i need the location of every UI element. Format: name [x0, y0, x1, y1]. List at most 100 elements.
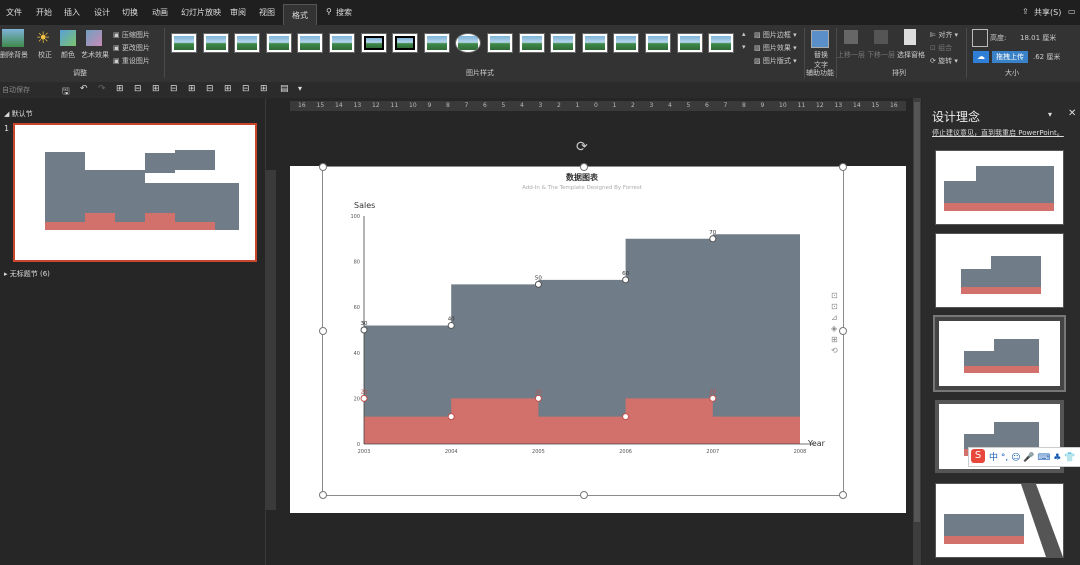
section-untitled[interactable]: ▸ 无标题节 (6): [4, 269, 50, 279]
share-button[interactable]: 共享(S): [1034, 7, 1061, 18]
corrections-button[interactable]: 校正: [38, 50, 52, 60]
ime-toolbar[interactable]: S 中 °, ☺ 🎤 ⌨ ♣ 👕: [968, 447, 1080, 467]
close-icon[interactable]: ✕: [1068, 108, 1076, 119]
undo-icon[interactable]: ↶: [80, 84, 88, 94]
picture-layout-button[interactable]: ▨ 图片版式 ▾: [754, 56, 797, 66]
align-button[interactable]: ⊫ 对齐 ▾: [930, 30, 958, 40]
tab-review[interactable]: 审阅: [230, 7, 246, 18]
ime-status-icons[interactable]: 中 °, ☺ 🎤 ⌨ ♣ 👕: [989, 450, 1075, 463]
autosave-toggle[interactable]: 自动保存: [2, 85, 30, 95]
qat-tool-icon[interactable]: ⊞: [188, 84, 196, 94]
tab-format[interactable]: 格式: [283, 4, 317, 26]
remove-background-icon[interactable]: [2, 29, 24, 47]
redo-icon[interactable]: ↷: [98, 84, 106, 94]
alt-text-icon[interactable]: [811, 30, 829, 48]
bring-forward-button[interactable]: 上移一层: [837, 50, 865, 60]
picture-style-option[interactable]: [518, 33, 545, 53]
picture-style-option[interactable]: [708, 33, 735, 53]
picture-style-option[interactable]: [581, 33, 608, 53]
crop-icon[interactable]: [972, 29, 988, 47]
slide-thumbnail-1[interactable]: [13, 123, 257, 262]
change-picture-button[interactable]: ▣ 更改图片: [113, 43, 150, 53]
picture-border-button[interactable]: ▨ 图片边框 ▾: [754, 30, 797, 40]
tab-home[interactable]: 开始: [36, 7, 52, 18]
artistic-effects-icon[interactable]: [86, 30, 102, 46]
qat-tool-icon[interactable]: ▤: [280, 84, 289, 94]
picture-style-option[interactable]: [171, 33, 197, 53]
design-idea-2[interactable]: [935, 233, 1064, 308]
picture-style-option[interactable]: [329, 33, 355, 53]
tab-view[interactable]: 视图: [259, 7, 275, 18]
qat-tool-icon[interactable]: ⊟: [134, 84, 142, 94]
qat-tool-icon[interactable]: ⊞: [224, 84, 232, 94]
gallery-scroll-up[interactable]: ▴: [742, 30, 746, 38]
scrollbar-thumb[interactable]: [914, 102, 920, 522]
panel-options-icon[interactable]: ▾: [1048, 110, 1052, 119]
reset-picture-button[interactable]: ▣ 重设图片: [113, 56, 150, 66]
picture-style-option[interactable]: [265, 33, 292, 53]
rotate-button[interactable]: ⟳ 旋转 ▾: [930, 56, 958, 66]
qat-tool-icon[interactable]: ⊞: [116, 84, 124, 94]
picture-style-option[interactable]: [676, 33, 703, 53]
remove-background-button[interactable]: 删除背景: [0, 50, 28, 60]
qat-customize-icon[interactable]: ▾: [298, 84, 302, 93]
picture-style-option[interactable]: [645, 33, 671, 53]
resize-handle-left[interactable]: [319, 327, 327, 335]
gallery-scroll-down[interactable]: ▾: [742, 43, 746, 51]
resize-handle-bottom-right[interactable]: [839, 491, 847, 499]
resize-handle-top[interactable]: [580, 163, 588, 171]
color-button[interactable]: 颜色: [61, 50, 75, 60]
area-chart[interactable]: 数据图表 Add-In & The Template Designed By Fo…: [290, 166, 906, 513]
search-input[interactable]: 搜索: [336, 7, 352, 18]
selection-pane-button[interactable]: 选择窗格: [897, 50, 925, 60]
compress-pictures-button[interactable]: ▣ 压缩图片: [113, 30, 150, 40]
resize-handle-top-left[interactable]: [319, 163, 327, 171]
qat-tool-icon[interactable]: ⊟: [170, 84, 178, 94]
alt-text-button[interactable]: 替换文字: [811, 50, 831, 70]
tab-file[interactable]: 文件: [6, 7, 22, 18]
picture-style-option[interactable]: [550, 33, 577, 53]
horizontal-ruler[interactable]: 16 15 14 13 12 11 10 9 8 7 6 5 4 3 2 1 0 1 2 3 4 5 6 7 8 9 10 11 12 1…: [290, 101, 906, 111]
share-icon[interactable]: ⇪: [1022, 7, 1029, 16]
design-idea-3[interactable]: [933, 315, 1066, 392]
group-button[interactable]: ⊡ 组合: [930, 43, 952, 53]
vertical-ruler[interactable]: [266, 170, 276, 510]
tab-transitions[interactable]: 切换: [122, 7, 138, 18]
picture-style-option[interactable]: [202, 33, 229, 53]
slide[interactable]: 数据图表 Add-In & The Template Designed By Fo…: [290, 166, 906, 513]
qat-tool-icon[interactable]: ⊞: [152, 84, 160, 94]
search-icon[interactable]: ⚲: [326, 7, 332, 16]
layout-options-icons[interactable]: ⊡ ⊡ ⊿ ◈ ⊞ ⟲: [831, 290, 841, 370]
artistic-effects-button[interactable]: 艺术效果: [81, 50, 109, 60]
tab-slideshow[interactable]: 幻灯片放映: [181, 7, 221, 18]
corrections-icon[interactable]: ☀: [36, 28, 50, 47]
selection-pane-icon[interactable]: [904, 29, 916, 45]
design-idea-1[interactable]: [935, 150, 1064, 225]
picture-style-option[interactable]: [613, 33, 640, 53]
resize-handle-bottom[interactable]: [580, 491, 588, 499]
picture-effects-button[interactable]: ▨ 图片效果 ▾: [754, 43, 797, 53]
rotate-handle-icon[interactable]: ⟳: [576, 139, 588, 155]
cloud-upload-icon[interactable]: ☁: [973, 51, 989, 63]
tab-design[interactable]: 设计: [94, 7, 110, 18]
picture-style-option[interactable]: [234, 33, 261, 53]
picture-style-option[interactable]: [297, 33, 324, 53]
height-input[interactable]: 18.01 厘米: [1020, 33, 1056, 43]
qat-tool-icon[interactable]: ⊟: [242, 84, 250, 94]
picture-style-option[interactable]: [487, 33, 513, 53]
section-default[interactable]: ◢ 默认节: [4, 109, 33, 119]
picture-style-option[interactable]: [360, 33, 387, 53]
stop-suggestions-link[interactable]: 停止建议意见，直到我重启 PowerPoint。: [932, 128, 1064, 138]
send-backward-icon[interactable]: [874, 30, 888, 44]
comments-icon[interactable]: ▭: [1068, 7, 1076, 16]
qat-tool-icon[interactable]: ⊟: [206, 84, 214, 94]
send-backward-button[interactable]: 下移一层: [867, 50, 895, 60]
drag-upload-tooltip[interactable]: 拖拽上传: [992, 51, 1028, 63]
color-icon[interactable]: [60, 30, 76, 46]
resize-handle-top-right[interactable]: [839, 163, 847, 171]
picture-style-option[interactable]: [392, 33, 419, 53]
tab-insert[interactable]: 插入: [64, 7, 80, 18]
qat-tool-icon[interactable]: ⊞: [260, 84, 268, 94]
tab-animations[interactable]: 动画: [152, 7, 168, 18]
resize-handle-bottom-left[interactable]: [319, 491, 327, 499]
